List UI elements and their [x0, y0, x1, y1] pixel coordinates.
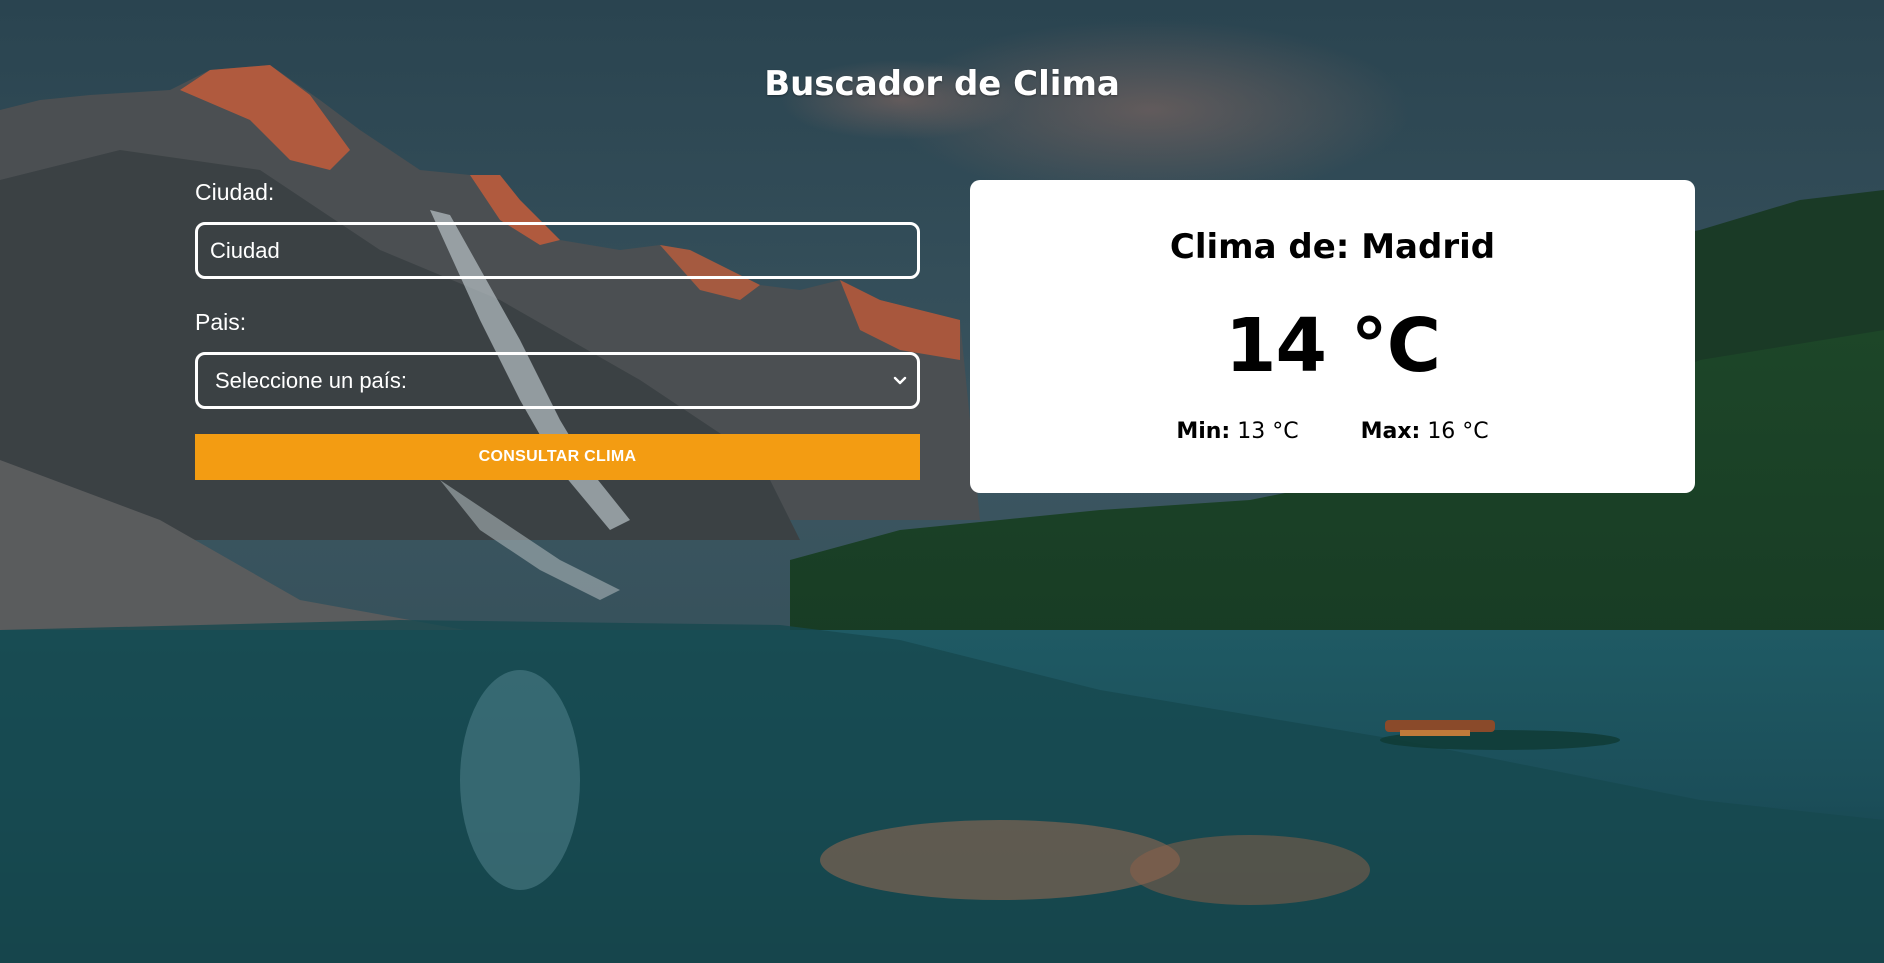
chevron-down-icon — [893, 373, 907, 389]
weather-search-form: Ciudad: Ciudad Pais: Seleccione un país:… — [195, 170, 920, 480]
min-value: 13 °C — [1237, 419, 1299, 444]
max-value: 16 °C — [1427, 419, 1489, 444]
city-label: Ciudad: — [195, 179, 275, 205]
weather-result-card: Clima de: Madrid 14 °C Min: 13 °C Max: 1… — [970, 180, 1695, 493]
city-input[interactable]: Ciudad — [195, 222, 920, 279]
max-label: Max: — [1360, 419, 1421, 444]
min-label: Min: — [1176, 419, 1231, 444]
current-temperature: 14 °C — [1224, 303, 1441, 389]
min-temperature: Min: 13 °C — [1176, 419, 1298, 444]
country-select[interactable]: Seleccione un país: — [195, 352, 920, 409]
city-input-placeholder: Ciudad — [210, 237, 280, 263]
page-title: Buscador de Clima — [764, 64, 1120, 104]
submit-button[interactable]: CONSULTAR CLIMA — [195, 434, 920, 480]
max-temperature: Max: 16 °C — [1361, 419, 1489, 444]
country-label: Pais: — [195, 309, 247, 335]
weather-city-title: Clima de: Madrid — [1169, 227, 1496, 267]
country-select-value: Seleccione un país: — [215, 367, 408, 393]
min-max-temperatures: Min: 13 °C Max: 16 °C — [970, 419, 1695, 444]
